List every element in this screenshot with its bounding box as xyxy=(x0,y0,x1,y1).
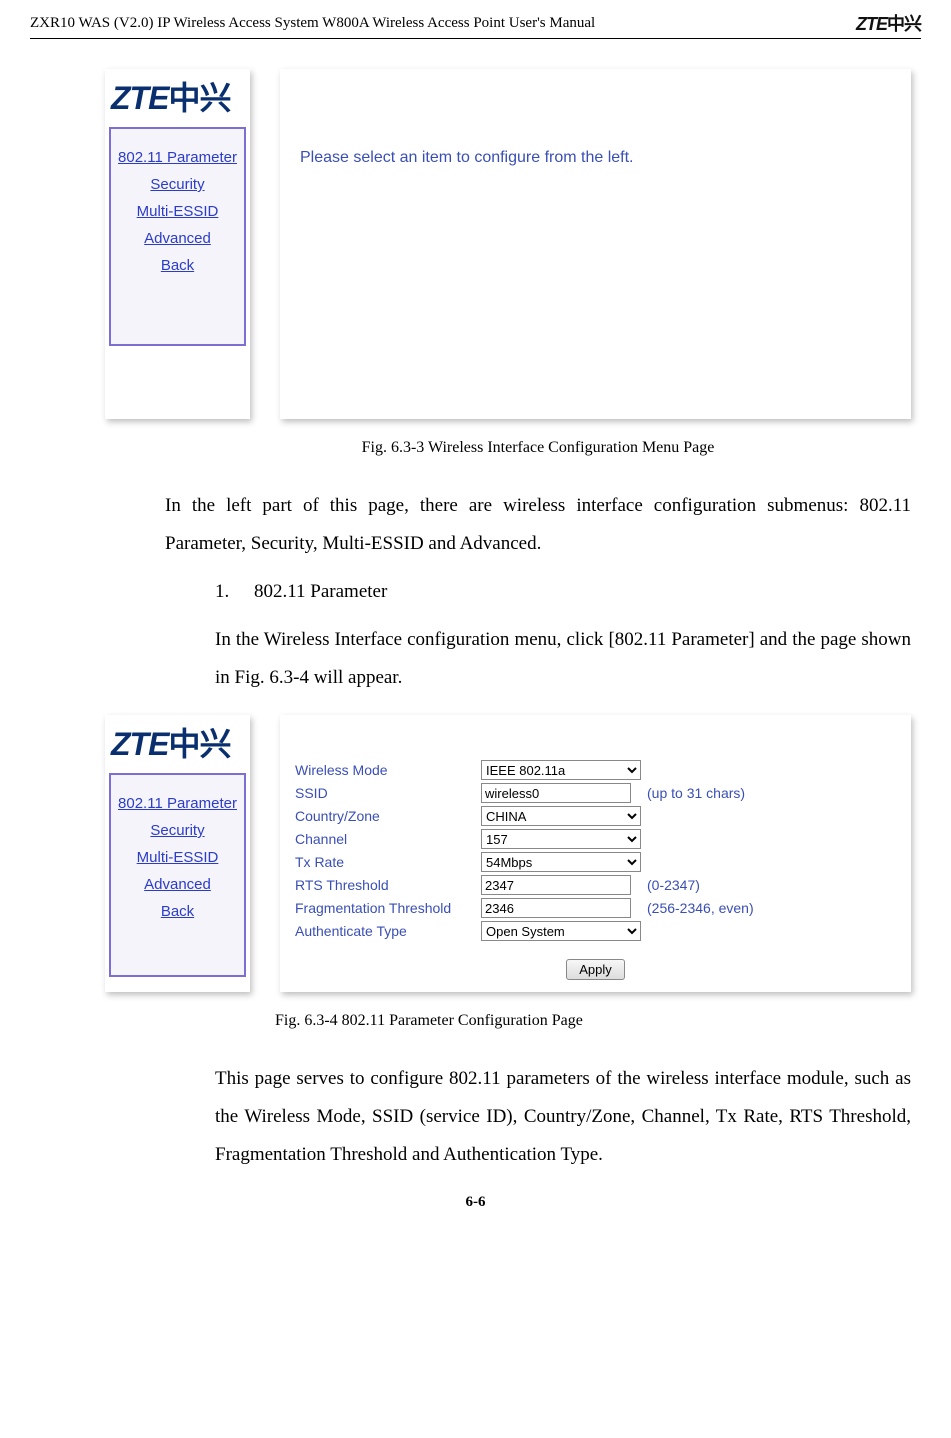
page-number: 6-6 xyxy=(30,1194,921,1211)
zte-logo-header: ZTE中兴 xyxy=(856,10,921,36)
content-pane: Please select an item to configure from … xyxy=(280,69,911,419)
paragraph-description: This page serves to configure 802.11 par… xyxy=(215,1060,911,1174)
prompt-text: Please select an item to configure from … xyxy=(300,149,634,166)
hint-ssid: (up to 31 chars) xyxy=(647,785,896,801)
input-frag[interactable] xyxy=(481,898,631,918)
select-wireless-mode[interactable]: IEEE 802.11a xyxy=(481,760,641,780)
figure-6-3-3: ZTE中兴 802.11 Parameter Security Multi-ES… xyxy=(105,69,911,419)
label-frag: Fragmentation Threshold xyxy=(295,900,475,916)
label-txrate: Tx Rate xyxy=(295,854,475,870)
nav-80211-parameter[interactable]: 802.11 Parameter xyxy=(111,795,244,812)
nav-multi-essid[interactable]: Multi-ESSID xyxy=(111,849,244,866)
hint-frag: (256-2346, even) xyxy=(647,900,896,916)
paragraph-instruction: In the Wireless Interface configuration … xyxy=(215,621,911,697)
select-country[interactable]: CHINA xyxy=(481,806,641,826)
zte-logo: ZTE中兴 xyxy=(105,715,250,769)
select-txrate[interactable]: 54Mbps xyxy=(481,852,641,872)
label-channel: Channel xyxy=(295,831,475,847)
nav-back[interactable]: Back xyxy=(111,257,244,274)
page-header: ZXR10 WAS (V2.0) IP Wireless Access Syst… xyxy=(30,10,921,39)
header-title: ZXR10 WAS (V2.0) IP Wireless Access Syst… xyxy=(30,15,595,32)
figure-caption-1: Fig. 6.3-3 Wireless Interface Configurat… xyxy=(165,439,911,457)
label-country: Country/Zone xyxy=(295,808,475,824)
hint-rts: (0-2347) xyxy=(647,877,896,893)
list-item-1: 1. 802.11 Parameter xyxy=(215,581,911,603)
zte-logo: ZTE中兴 xyxy=(105,69,250,123)
nav-panel: ZTE中兴 802.11 Parameter Security Multi-ES… xyxy=(105,715,250,992)
input-rts[interactable] xyxy=(481,875,631,895)
label-rts: RTS Threshold xyxy=(295,877,475,893)
nav-80211-parameter[interactable]: 802.11 Parameter xyxy=(111,149,244,166)
figure-caption-2: Fig. 6.3-4 802.11 Parameter Configuratio… xyxy=(275,1012,911,1030)
nav-advanced[interactable]: Advanced xyxy=(111,876,244,893)
select-channel[interactable]: 157 xyxy=(481,829,641,849)
paragraph-intro: In the left part of this page, there are… xyxy=(165,487,911,563)
input-ssid[interactable] xyxy=(481,783,631,803)
label-wireless-mode: Wireless Mode xyxy=(295,762,475,778)
figure-6-3-4: ZTE中兴 802.11 Parameter Security Multi-ES… xyxy=(105,715,911,992)
nav-multi-essid[interactable]: Multi-ESSID xyxy=(111,203,244,220)
nav-advanced[interactable]: Advanced xyxy=(111,230,244,247)
label-auth: Authenticate Type xyxy=(295,923,475,939)
select-auth[interactable]: Open System xyxy=(481,921,641,941)
form-pane: Wireless Mode IEEE 802.11a SSID (up to 3… xyxy=(280,715,911,992)
nav-security[interactable]: Security xyxy=(111,822,244,839)
nav-back[interactable]: Back xyxy=(111,903,244,920)
nav-security[interactable]: Security xyxy=(111,176,244,193)
apply-button[interactable]: Apply xyxy=(566,959,625,980)
nav-panel: ZTE中兴 802.11 Parameter Security Multi-ES… xyxy=(105,69,250,419)
label-ssid: SSID xyxy=(295,785,475,801)
